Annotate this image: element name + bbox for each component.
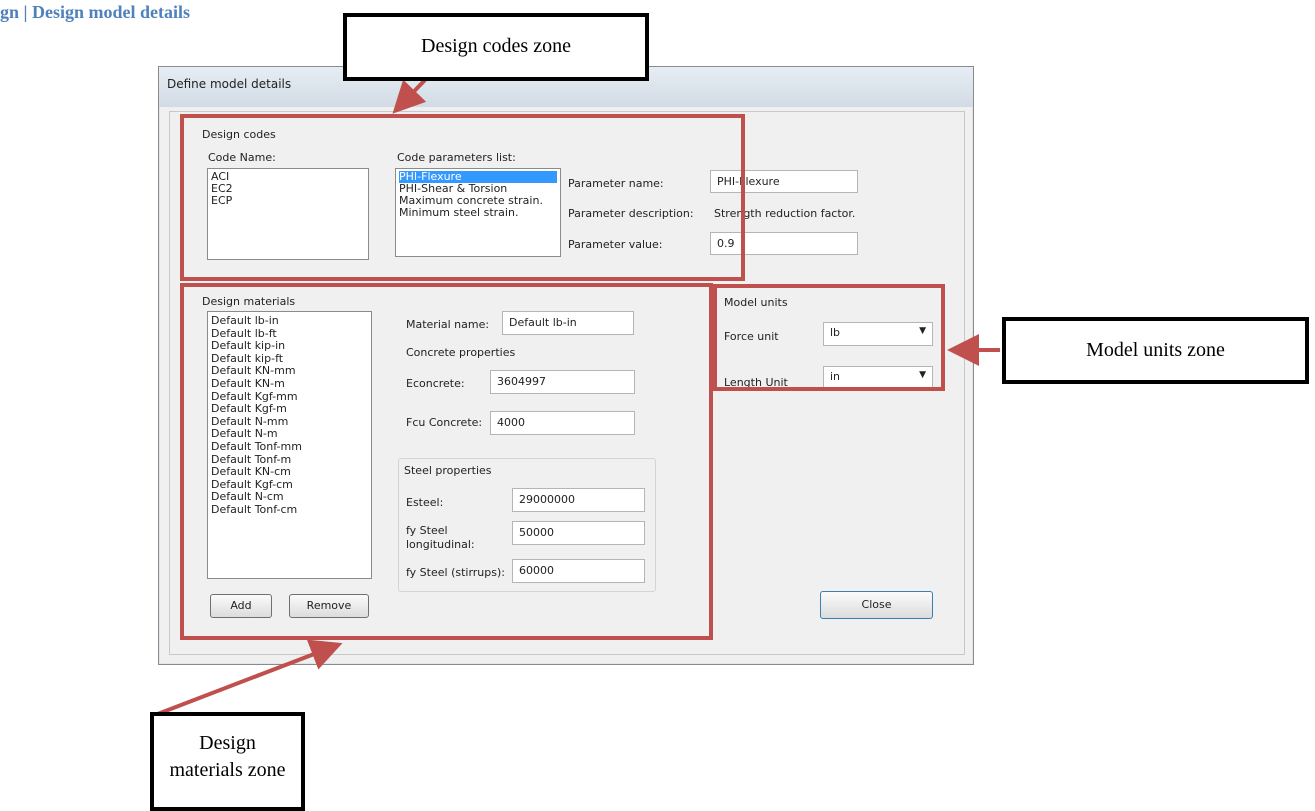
- callout-arrows: [154, 78, 1000, 717]
- codes-zone-arrow: [392, 78, 427, 114]
- design-codes-zone-callout: Design codes zone: [343, 13, 649, 81]
- materials-zone-arrow: [154, 639, 343, 717]
- design-materials-zone-callout: Design materials zone: [150, 712, 305, 811]
- model-units-zone-callout: Model units zone: [1002, 317, 1309, 384]
